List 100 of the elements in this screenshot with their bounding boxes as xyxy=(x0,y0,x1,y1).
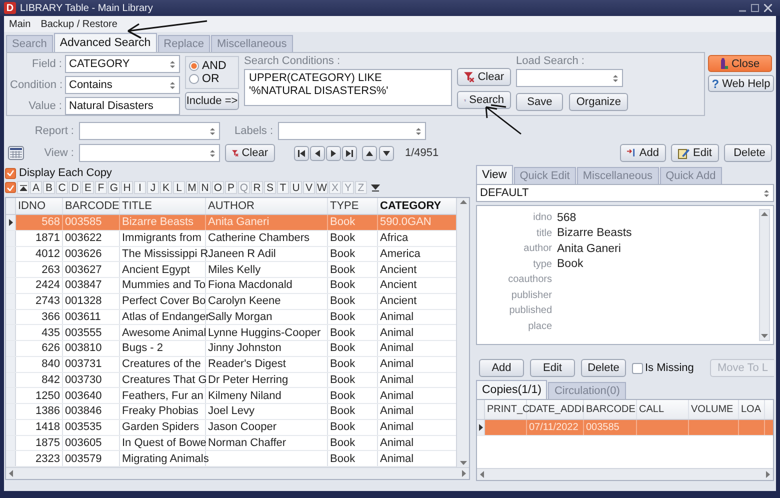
close-button[interactable]: Close xyxy=(708,55,772,72)
letter-filter[interactable]: D xyxy=(69,181,81,194)
table-row[interactable]: 842 003730 Creatures That G Dr Peter Herring Book Animal xyxy=(6,372,456,388)
column-header[interactable]: IDNO xyxy=(16,198,63,214)
report-dropdown[interactable] xyxy=(79,122,220,140)
table-row[interactable]: 1875 003605 In Quest of Bowe Norman Chaffer Book Animal xyxy=(6,436,456,452)
column-header[interactable]: CALL xyxy=(637,400,689,419)
column-header[interactable]: PRINT_C xyxy=(485,400,527,419)
table-row[interactable]: 1386 003846 Freaky Phobias Joel Levy Book Animal xyxy=(6,404,456,420)
letter-filter[interactable]: W xyxy=(316,181,328,194)
letter-filter[interactable]: M xyxy=(186,181,198,194)
add-copy-button[interactable]: Add xyxy=(479,359,524,377)
checkbox[interactable] xyxy=(5,168,16,178)
radio-button[interactable] xyxy=(189,61,199,71)
table-row[interactable]: 1871 003622 Immigrants from Catherine Chambers Book Africa xyxy=(6,230,456,246)
column-header[interactable]: BARCODE xyxy=(63,198,120,214)
table-row[interactable]: 2743 001328 Perfect Cover Bo Carolyn Keene Book Ancient xyxy=(6,294,456,310)
web-help-button[interactable]: ? Web Help xyxy=(708,75,774,92)
vertical-scrollbar[interactable] xyxy=(456,198,469,467)
menu-item[interactable]: Main xyxy=(9,18,31,30)
column-header[interactable]: VOLUME xyxy=(689,400,739,419)
maximize-icon[interactable] xyxy=(751,4,759,12)
tab[interactable]: Copies(1/1) xyxy=(476,380,548,399)
add-button[interactable]: Add xyxy=(620,144,666,162)
field-dropdown[interactable]: CATEGORY xyxy=(65,55,180,73)
table-row[interactable]: 2424 003847 Mummies and To Fiona Macdonald Book Ancient xyxy=(6,278,456,294)
edit-copy-button[interactable]: Edit xyxy=(530,359,575,377)
tab[interactable]: View xyxy=(476,165,513,184)
horizontal-scrollbar[interactable] xyxy=(477,468,773,480)
scroll-up-icon[interactable] xyxy=(460,200,466,204)
vertical-scrollbar[interactable] xyxy=(759,209,770,341)
delete-button[interactable]: Delete xyxy=(724,144,772,162)
save-button[interactable]: Save xyxy=(516,93,564,111)
radio-button[interactable] xyxy=(189,74,199,84)
scroll-down-icon[interactable] xyxy=(460,461,466,465)
view-dropdown[interactable] xyxy=(79,144,220,162)
value-field[interactable]: Natural Disasters xyxy=(65,97,180,115)
grid-view-icon[interactable] xyxy=(8,146,24,160)
move-down-button[interactable] xyxy=(379,146,394,160)
edit-button[interactable]: Edit xyxy=(671,144,719,162)
scroll-right-icon[interactable] xyxy=(766,471,770,478)
letter-filter[interactable]: K xyxy=(160,181,172,194)
table-row[interactable]: 626 003810 Bugs - 2 Jinny Johnston Book Animal xyxy=(6,341,456,357)
scroll-top-button[interactable] xyxy=(17,181,29,194)
close-icon[interactable] xyxy=(764,4,772,12)
scroll-bottom-icon[interactable] xyxy=(371,184,380,192)
column-header[interactable]: BARCODE xyxy=(584,400,637,419)
organize-button[interactable]: Organize xyxy=(569,93,628,111)
column-header[interactable]: AUTHOR xyxy=(206,198,328,214)
view-dropdown[interactable]: DEFAULT xyxy=(476,184,774,202)
scroll-up-icon[interactable] xyxy=(761,212,768,216)
letter-filter[interactable]: B xyxy=(43,181,55,194)
column-header[interactable]: TYPE xyxy=(328,198,378,214)
next-record-button[interactable] xyxy=(326,146,341,160)
checkbox[interactable] xyxy=(632,362,643,374)
table-row[interactable]: 263 003627 Ancient Egypt Miles Kelly Book Ancient xyxy=(6,262,456,278)
search-button[interactable]: Search xyxy=(457,91,511,109)
last-record-button[interactable] xyxy=(342,146,357,160)
letter-filter[interactable]: S xyxy=(264,181,276,194)
scroll-down-icon[interactable] xyxy=(761,334,768,338)
condition-dropdown[interactable]: Contains xyxy=(65,76,180,94)
column-header[interactable]: LOA xyxy=(739,400,765,419)
letter-filter[interactable]: C xyxy=(56,181,68,194)
letter-filter[interactable]: I xyxy=(134,181,146,194)
tab[interactable]: Advanced Search xyxy=(54,33,157,52)
table-row[interactable]: 1418 003535 Garden Spiders Jason Cooper Book Animal xyxy=(6,420,456,436)
clear-button[interactable]: Clear xyxy=(225,144,275,162)
table-row[interactable]: 4012 003626 The Mississippi RJaneen R Adil Book America xyxy=(6,246,456,262)
letter-filter[interactable]: O xyxy=(212,181,224,194)
table-row[interactable]: 1250 003640 Feathers, Fur an Kilmeny Niland Book Animal xyxy=(6,388,456,404)
letter-filter[interactable]: F xyxy=(95,181,107,194)
letter-filter[interactable]: H xyxy=(121,181,133,194)
conditions-field[interactable]: UPPER(CATEGORY) LIKE '%NATURAL DISASTERS%' xyxy=(244,69,452,106)
move-up-button[interactable] xyxy=(362,146,377,160)
letter-filter[interactable]: J xyxy=(147,181,159,194)
letter-filter[interactable]: A xyxy=(30,181,42,194)
column-header[interactable]: TITLE xyxy=(120,198,206,214)
letter-filter[interactable]: G xyxy=(108,181,120,194)
table-row[interactable]: 840 003731 Creatures of the Reader's Digest Book Animal xyxy=(6,356,456,372)
scroll-left-icon[interactable] xyxy=(9,470,13,477)
table-row[interactable]: 366 003611 Atlas of EndangerSally Morgan Book Animal xyxy=(6,310,456,326)
include-button[interactable]: Include => xyxy=(185,92,239,110)
previous-record-button[interactable] xyxy=(310,146,325,160)
clear-button[interactable]: Clear xyxy=(457,68,511,86)
labels-dropdown[interactable] xyxy=(278,122,426,140)
delete-copy-button[interactable]: Delete xyxy=(581,359,626,377)
menu-item[interactable]: Backup / Restore xyxy=(40,18,118,30)
letter-filter[interactable]: R xyxy=(251,181,263,194)
letter-filter[interactable]: V xyxy=(303,181,315,194)
table-row[interactable]: 435 003555 Awesome Animal Lynne Huggins-Cooper Book Animal xyxy=(6,325,456,341)
select-all-checkbox[interactable] xyxy=(5,182,16,193)
letter-filter[interactable]: L xyxy=(173,181,185,194)
first-record-button[interactable] xyxy=(294,146,309,160)
letter-filter[interactable]: U xyxy=(290,181,302,194)
horizontal-scrollbar[interactable] xyxy=(6,467,469,479)
letter-filter[interactable]: N xyxy=(199,181,211,194)
letter-filter[interactable]: T xyxy=(277,181,289,194)
letter-filter[interactable]: P xyxy=(225,181,237,194)
letter-filter[interactable]: E xyxy=(82,181,94,194)
scroll-right-icon[interactable] xyxy=(462,470,466,477)
